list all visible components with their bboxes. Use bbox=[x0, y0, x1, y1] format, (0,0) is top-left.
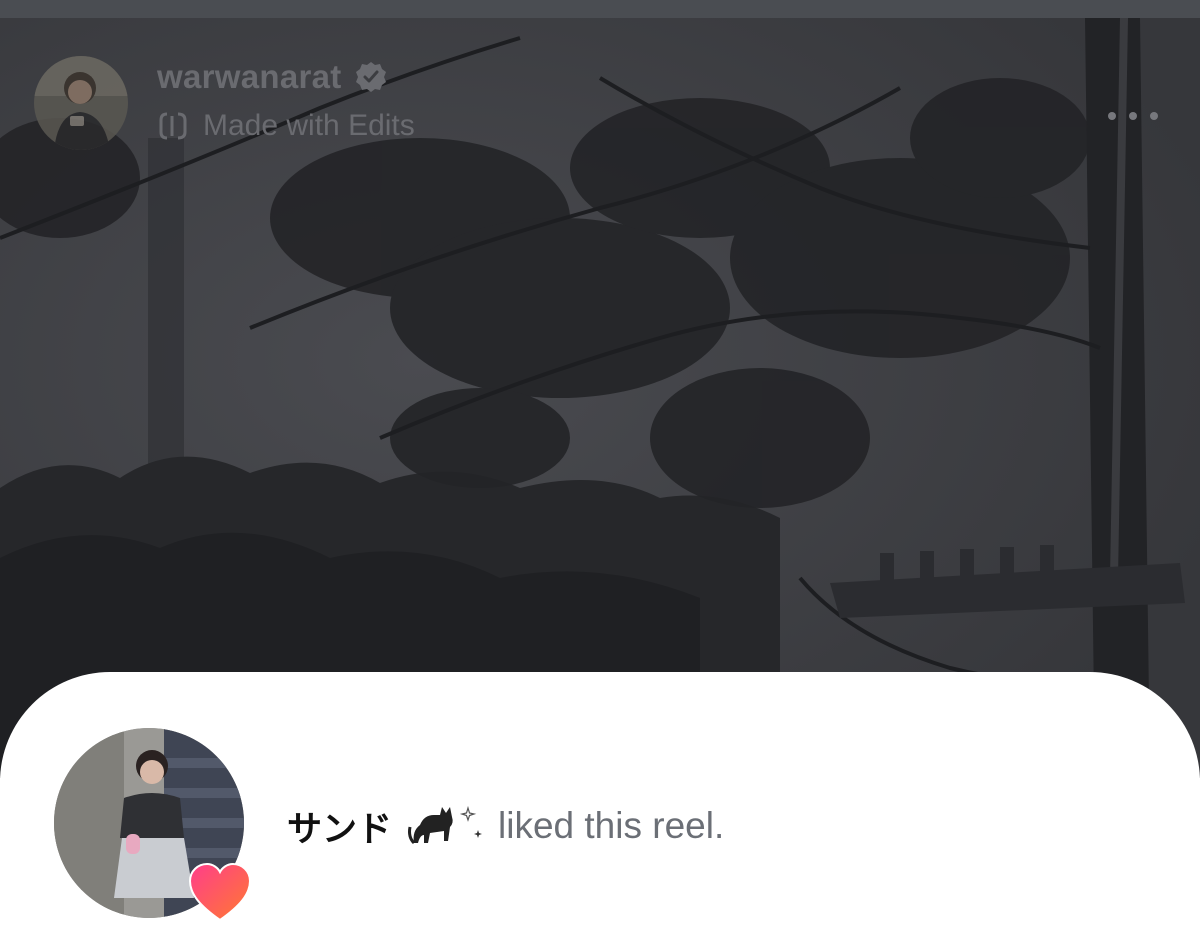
reel-author-avatar[interactable] bbox=[34, 56, 128, 150]
screen: warwanarat Made with Edits サンド liked thi… bbox=[0, 0, 1200, 952]
edits-app-icon bbox=[159, 112, 187, 140]
sparkle-icon bbox=[460, 806, 483, 838]
black-cat-icon bbox=[408, 807, 453, 845]
status-strip bbox=[0, 0, 1200, 18]
avatar-image bbox=[34, 56, 128, 150]
verified-badge-icon bbox=[355, 62, 386, 92]
reel-author[interactable]: warwanarat bbox=[157, 58, 388, 96]
made-with-edits-label: Made with Edits bbox=[203, 109, 415, 142]
more-dot bbox=[1129, 112, 1137, 120]
liker-name[interactable]: サンド bbox=[287, 801, 392, 852]
like-notification-text: サンド liked this reel. bbox=[287, 798, 724, 854]
more-dot bbox=[1150, 112, 1158, 120]
liked-action-text: liked this reel. bbox=[498, 805, 725, 846]
more-dot bbox=[1108, 112, 1116, 120]
made-with-edits[interactable]: Made with Edits bbox=[157, 108, 415, 144]
more-options-icon[interactable] bbox=[1108, 106, 1158, 126]
reel-author-username[interactable]: warwanarat bbox=[157, 58, 342, 96]
heart-icon bbox=[188, 862, 252, 922]
reel-video[interactable]: warwanarat Made with Edits bbox=[0, 18, 1200, 778]
